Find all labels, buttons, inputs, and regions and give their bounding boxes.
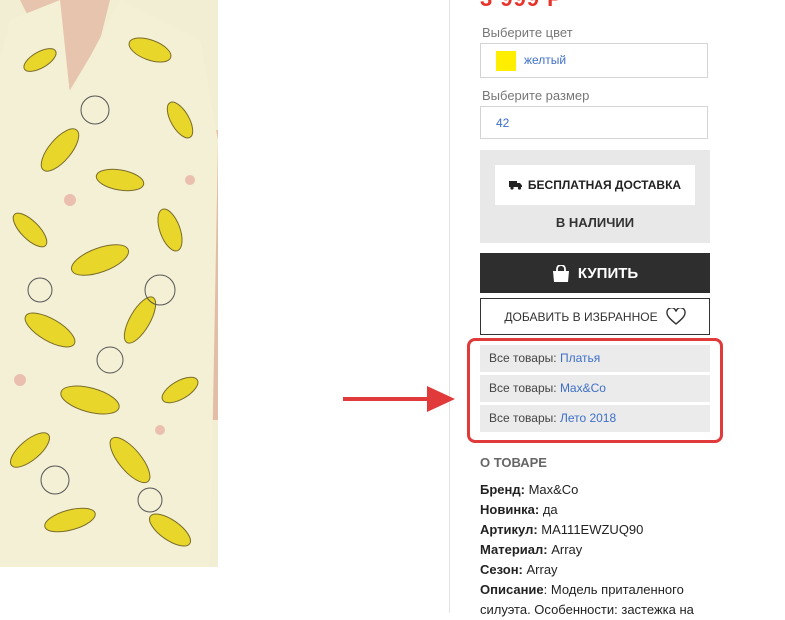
truck-icon (508, 181, 522, 190)
color-swatch (496, 51, 516, 71)
size-label: Выберите размер (482, 88, 590, 103)
spec-key: Описание (480, 582, 544, 597)
product-specs: Бренд: Max&Co Новинка: да Артикул: MA111… (480, 480, 720, 620)
favorites-label: ДОБАВИТЬ В ИЗБРАННОЕ (504, 309, 658, 324)
color-label: Выберите цвет (482, 25, 573, 40)
spec-row: Сезон: Array (480, 560, 720, 580)
spec-key: Новинка: (480, 502, 540, 517)
shopping-bag-icon (552, 264, 569, 282)
spec-value: Array (522, 562, 558, 577)
price: 3 999 Р (480, 0, 563, 12)
spec-key: Сезон: (480, 562, 523, 577)
buy-button-label: КУПИТЬ (577, 264, 639, 282)
spec-key: Бренд: (480, 482, 525, 497)
spec-row: Описание: Модель приталенного силуэта. О… (480, 580, 720, 620)
spec-row: Артикул: MA111EWZUQ90 (480, 520, 720, 540)
product-photo[interactable] (0, 0, 218, 567)
spec-row: Бренд: Max&Co (480, 480, 720, 500)
spec-key: Материал: (480, 542, 548, 557)
color-value: желтый (524, 53, 567, 67)
add-to-favorites-button[interactable]: ДОБАВИТЬ В ИЗБРАННОЕ (480, 298, 710, 335)
about-title: О ТОВАРЕ (480, 455, 547, 470)
delivery-info: БЕСПЛАТНАЯ ДОСТАВКА В НАЛИЧИИ (480, 150, 710, 243)
column-divider (449, 0, 450, 613)
buy-button[interactable]: КУПИТЬ (480, 253, 710, 293)
color-select[interactable]: желтый (480, 43, 708, 78)
highlight-frame (467, 338, 723, 443)
spec-value: да (539, 502, 558, 517)
free-delivery-label: БЕСПЛАТНАЯ ДОСТАВКА (527, 178, 682, 192)
size-select[interactable]: 42 (480, 106, 708, 139)
free-delivery-badge: БЕСПЛАТНАЯ ДОСТАВКА (495, 165, 695, 205)
spec-value: Max&Co (524, 482, 579, 497)
spec-row: Материал: Array (480, 540, 720, 560)
size-value: 42 (496, 116, 510, 130)
spec-value: Array (547, 542, 583, 557)
spec-key: Артикул: (480, 522, 538, 537)
stock-status: В НАЛИЧИИ (555, 215, 635, 230)
annotation-arrow-icon (343, 386, 455, 412)
spec-row: Новинка: да (480, 500, 720, 520)
spec-value: MA111EWZUQ90 (537, 522, 644, 537)
heart-icon (665, 308, 686, 325)
